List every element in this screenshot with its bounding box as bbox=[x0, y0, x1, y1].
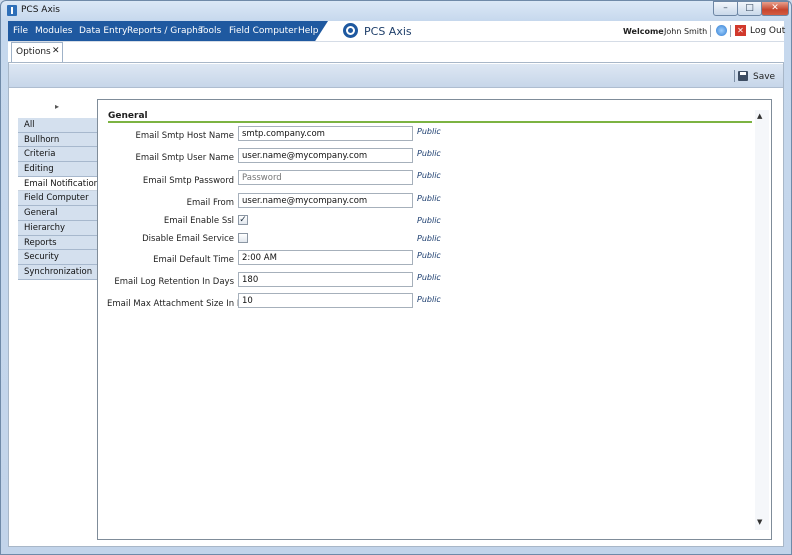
smtp-host-input[interactable] bbox=[238, 126, 413, 141]
menu-field-computer[interactable]: Field Computer bbox=[229, 26, 297, 36]
menu-divider bbox=[710, 25, 711, 37]
toolbar-divider bbox=[734, 70, 735, 82]
section-divider bbox=[108, 121, 752, 123]
field-label: Email Smtp Password bbox=[142, 176, 234, 186]
expand-arrow-icon[interactable]: ▸ bbox=[55, 102, 59, 111]
nav-item-field-computer[interactable]: Field Computer bbox=[18, 191, 98, 207]
vertical-scrollbar[interactable] bbox=[755, 110, 769, 530]
scope-label: Public bbox=[417, 216, 441, 225]
menu-help[interactable]: Help bbox=[298, 26, 319, 36]
app-icon bbox=[7, 5, 17, 16]
field-label: Email Log Retention In Days bbox=[114, 277, 234, 287]
field-label: Email Max Attachment Size In Mb bbox=[107, 299, 250, 309]
section-title: General bbox=[108, 111, 148, 121]
nav-item-editing[interactable]: Editing bbox=[18, 162, 98, 177]
nav-item-hierarchy[interactable]: Hierarchy bbox=[18, 220, 98, 236]
nav-item-all[interactable]: All bbox=[18, 118, 98, 133]
options-category-list: All Bullhorn Criteria Editing Email Noti… bbox=[18, 118, 99, 280]
minimize-button[interactable]: – bbox=[713, 1, 738, 16]
user-name: John Smith bbox=[664, 27, 708, 36]
menu-file[interactable]: File bbox=[13, 26, 28, 36]
field-label: Email Smtp User Name bbox=[135, 153, 234, 163]
window-title: PCS Axis bbox=[21, 5, 60, 15]
title-bar: PCS Axis bbox=[0, 0, 792, 20]
tab-options-label[interactable]: Options bbox=[16, 47, 51, 57]
maximize-button[interactable]: □ bbox=[737, 1, 762, 16]
log-retention-input[interactable] bbox=[238, 272, 413, 287]
scope-label: Public bbox=[417, 251, 441, 260]
logout-link[interactable]: Log Out bbox=[750, 26, 785, 36]
minimize-icon: – bbox=[723, 3, 728, 13]
scope-label: Public bbox=[417, 234, 441, 243]
scope-label: Public bbox=[417, 149, 441, 158]
menu-reports-graphs[interactable]: Reports / Graphs bbox=[127, 26, 203, 36]
nav-item-synchronization[interactable]: Synchronization bbox=[18, 264, 98, 280]
nav-item-bullhorn[interactable]: Bullhorn bbox=[18, 132, 98, 148]
nav-item-email-notification[interactable]: Email Notification bbox=[18, 176, 99, 192]
tab-strip bbox=[8, 41, 784, 63]
smtp-password-input[interactable] bbox=[238, 170, 413, 185]
save-icon[interactable] bbox=[738, 71, 748, 81]
enable-ssl-checkbox[interactable]: ✓ bbox=[238, 215, 248, 225]
default-time-input[interactable] bbox=[238, 250, 413, 265]
brand-name: PCS Axis bbox=[364, 25, 412, 38]
max-attachment-input[interactable] bbox=[238, 293, 413, 308]
scope-label: Public bbox=[417, 295, 441, 304]
nav-item-security[interactable]: Security bbox=[18, 250, 98, 265]
logout-icon[interactable]: ✕ bbox=[735, 25, 746, 36]
maximize-icon: □ bbox=[745, 3, 754, 13]
tab-close-icon[interactable]: ✕ bbox=[52, 46, 60, 56]
toolbar bbox=[9, 64, 783, 88]
field-label: Email From bbox=[186, 198, 234, 208]
save-button[interactable]: Save bbox=[753, 72, 775, 82]
settings-panel bbox=[97, 99, 772, 540]
nav-item-general[interactable]: General bbox=[18, 206, 98, 221]
scroll-up-icon[interactable]: ▲ bbox=[757, 112, 762, 120]
nav-item-criteria[interactable]: Criteria bbox=[18, 147, 98, 163]
field-label: Disable Email Service bbox=[142, 234, 234, 244]
welcome-label: Welcome bbox=[623, 27, 664, 36]
close-icon: ✕ bbox=[771, 3, 779, 13]
close-window-button[interactable]: ✕ bbox=[761, 1, 789, 16]
pcs-axis-logo-icon bbox=[343, 23, 358, 38]
field-label: Email Smtp Host Name bbox=[135, 131, 234, 141]
disable-email-checkbox[interactable] bbox=[238, 233, 248, 243]
scope-label: Public bbox=[417, 171, 441, 180]
smtp-user-input[interactable] bbox=[238, 148, 413, 163]
scope-label: Public bbox=[417, 127, 441, 136]
nav-item-reports[interactable]: Reports bbox=[18, 235, 98, 251]
scope-label: Public bbox=[417, 194, 441, 203]
menu-data-entry[interactable]: Data Entry bbox=[79, 26, 127, 36]
field-label: Email Enable Ssl bbox=[163, 216, 234, 226]
scroll-down-icon[interactable]: ▼ bbox=[757, 518, 762, 526]
field-label: Email Default Time bbox=[153, 255, 234, 265]
email-from-input[interactable] bbox=[238, 193, 413, 208]
help-icon[interactable] bbox=[716, 25, 727, 36]
menu-divider bbox=[730, 25, 731, 37]
menu-tools[interactable]: Tools bbox=[199, 26, 221, 36]
menu-modules[interactable]: Modules bbox=[35, 26, 72, 36]
scope-label: Public bbox=[417, 273, 441, 282]
